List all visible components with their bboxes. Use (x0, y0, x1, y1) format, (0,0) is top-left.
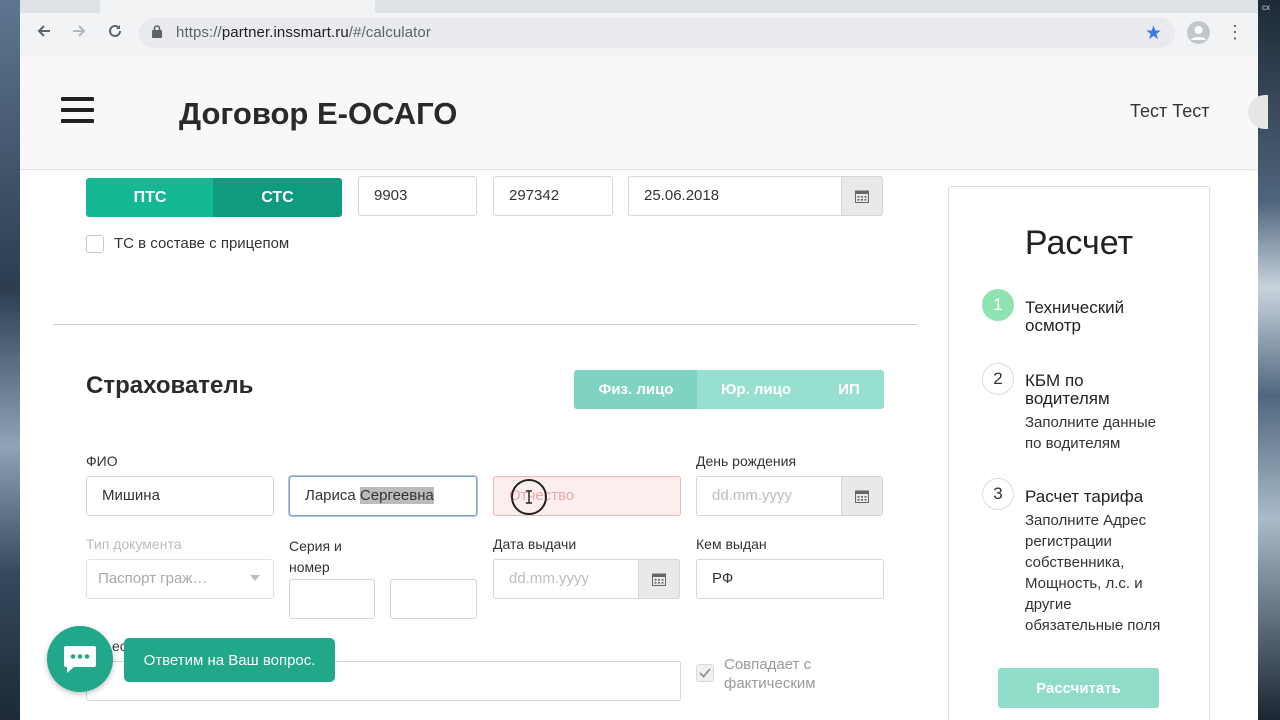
checkmark-icon (699, 668, 711, 678)
same-address-checkbox[interactable] (696, 664, 714, 682)
doc-type-pts-button[interactable]: ПТС (86, 178, 214, 217)
trailer-checkbox[interactable] (86, 235, 104, 253)
person-type-individual-tab[interactable]: Физ. лицо (574, 370, 698, 409)
step-2-badge: 2 (982, 363, 1014, 395)
user-name[interactable]: Тест Тест (1130, 101, 1209, 122)
step-3-description: Заполните Адрес регистрации собственника, М… (1025, 512, 1161, 634)
calendar-icon[interactable] (638, 559, 680, 599)
birthday-label: День рождения (696, 453, 797, 469)
chat-icon (64, 646, 96, 673)
chat-button[interactable] (47, 626, 113, 692)
calendar-icon[interactable] (841, 476, 883, 516)
reload-icon[interactable] (104, 22, 126, 44)
first-name-input[interactable]: Лариса Сергеевна (289, 476, 477, 516)
doc-type-label: Тип документа (86, 536, 182, 552)
passport-issue-date-input[interactable]: dd.mm.yyyy (493, 559, 639, 599)
passport-number-input[interactable] (390, 579, 477, 619)
bookmark-star-icon[interactable]: ★ (1145, 22, 1162, 45)
passport-series-input[interactable] (289, 579, 375, 619)
doc-type-sts-button[interactable]: СТС (213, 178, 342, 217)
url-text[interactable]: https://partner.inssmart.ru/#/calculator (176, 24, 431, 41)
chat-tooltip[interactable]: Ответим на Ваш вопрос. (124, 638, 335, 682)
desktop-corner-text: сх (1262, 3, 1270, 12)
trailer-label: ТС в составе с прицепом (114, 235, 290, 252)
issued-by-input[interactable]: РФ (696, 559, 884, 599)
step-1-title: Технический осмотр (1025, 298, 1125, 335)
calculate-button[interactable]: Рассчитать (998, 668, 1159, 708)
vehicle-doc-number-input[interactable]: 297342 (493, 176, 613, 216)
doc-type-select[interactable]: Паспорт граж… (86, 559, 274, 599)
browser-menu-icon[interactable]: ⋮ (1226, 22, 1244, 42)
step-2-title: КБМ по водителям (1025, 371, 1110, 408)
hamburger-menu-icon[interactable] (61, 97, 94, 125)
fio-label: ФИО (86, 453, 118, 469)
forward-icon[interactable] (68, 22, 90, 44)
browser-tab-active[interactable] (100, 0, 375, 13)
step-3-title: Расчет тарифа (1025, 487, 1144, 506)
profile-avatar-icon[interactable] (1187, 21, 1210, 44)
person-type-ip-tab[interactable]: ИП (814, 370, 884, 409)
text-cursor-icon (511, 479, 547, 515)
section-divider (53, 324, 917, 325)
series-number-label: Серия и номер (289, 538, 342, 575)
step-1-badge: 1 (982, 289, 1014, 321)
vehicle-doc-series-input[interactable]: 9903 (358, 176, 477, 216)
calculation-title: Расчет (1024, 224, 1134, 262)
insurer-section-title: Страхователь (86, 372, 254, 399)
lock-icon (152, 25, 162, 38)
calendar-icon[interactable] (841, 176, 883, 216)
desktop-background-left (0, 0, 20, 720)
back-icon[interactable] (33, 22, 55, 44)
issue-date-label: Дата выдачи (493, 536, 577, 552)
page-title: Договор Е-ОСАГО (179, 96, 458, 131)
birthday-input[interactable]: dd.mm.yyyy (696, 476, 842, 516)
last-name-input[interactable]: Мишина (86, 476, 274, 516)
step-2-description: Заполните данные по водителям (1025, 414, 1156, 452)
step-3-badge: 3 (982, 478, 1014, 510)
same-address-label: Совпадает с фактическим (724, 656, 816, 692)
issued-by-label: Кем выдан (696, 536, 767, 552)
vehicle-doc-date-input[interactable]: 25.06.2018 (628, 176, 842, 216)
chevron-down-icon (250, 575, 260, 581)
person-type-legal-tab[interactable]: Юр. лицо (697, 370, 815, 409)
selected-text: Сергеевна (359, 487, 434, 504)
